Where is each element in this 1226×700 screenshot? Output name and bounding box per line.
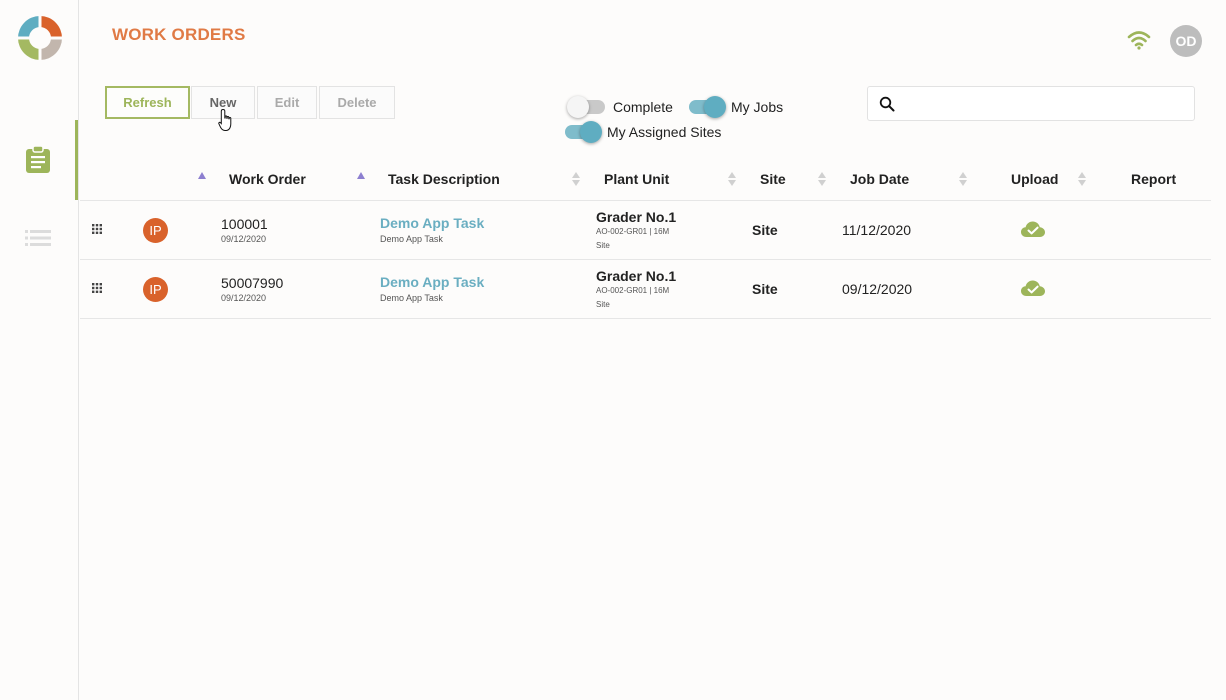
column-header-upload[interactable]: Upload xyxy=(1011,171,1058,187)
sidebar-item-list[interactable] xyxy=(0,218,76,258)
sidebar-item-work-orders[interactable] xyxy=(0,139,76,179)
plant-unit-code: AO-002-GR01 | 16M xyxy=(596,286,670,295)
sort-asc-icon[interactable] xyxy=(357,172,365,179)
refresh-button[interactable]: Refresh xyxy=(105,86,190,119)
work-orders-table: Work Order Task Description Plant Unit S… xyxy=(80,160,1211,319)
work-order-date: 09/12/2020 xyxy=(221,293,267,303)
table-row[interactable]: IP 50007990 09/12/2020 Demo App Task Dem… xyxy=(80,260,1211,319)
task-title-link[interactable]: Demo App Task xyxy=(380,215,484,231)
plant-unit-code: AO-002-GR01 | 16M xyxy=(596,227,670,236)
status-badge: IP xyxy=(143,218,168,243)
plant-unit-name: Grader No.1 xyxy=(596,209,677,225)
hand-pointer-icon xyxy=(218,108,232,131)
drag-handle-icon[interactable] xyxy=(92,283,102,293)
site-cell: Site xyxy=(752,281,778,297)
my-jobs-toggle-switch[interactable] xyxy=(689,96,726,118)
work-order-number: 100001 xyxy=(221,216,268,232)
complete-toggle[interactable]: Complete xyxy=(567,96,673,118)
sort-icon[interactable] xyxy=(728,172,736,188)
sort-icon[interactable] xyxy=(572,172,580,188)
drag-handle-icon[interactable] xyxy=(92,224,102,234)
table-header: Work Order Task Description Plant Unit S… xyxy=(80,160,1211,201)
job-date-cell: 11/12/2020 xyxy=(842,222,912,238)
clipboard-icon xyxy=(26,145,50,173)
wifi-icon xyxy=(1127,31,1151,50)
my-jobs-toggle-label: My Jobs xyxy=(731,99,784,115)
sidebar xyxy=(0,0,79,700)
sort-icon[interactable] xyxy=(1078,172,1086,188)
site-cell: Site xyxy=(752,222,778,238)
page-title: WORK ORDERS xyxy=(112,25,246,44)
column-header-report[interactable]: Report xyxy=(1131,171,1176,187)
search-icon xyxy=(879,96,895,112)
task-subtitle: Demo App Task xyxy=(380,293,443,303)
list-icon xyxy=(25,230,51,246)
cloud-check-icon[interactable] xyxy=(1020,279,1046,297)
sort-icon[interactable] xyxy=(959,172,967,188)
complete-toggle-switch[interactable] xyxy=(567,96,605,118)
plant-unit-name: Grader No.1 xyxy=(596,268,677,284)
my-assigned-sites-toggle-label: My Assigned Sites xyxy=(607,124,722,140)
search-box[interactable] xyxy=(867,86,1195,121)
my-jobs-toggle[interactable]: My Jobs xyxy=(689,96,783,118)
my-assigned-sites-toggle[interactable]: My Assigned Sites xyxy=(565,121,721,143)
sort-asc-icon[interactable] xyxy=(198,172,206,179)
table-row[interactable]: IP 100001 09/12/2020 Demo App Task Demo … xyxy=(80,201,1211,260)
column-header-job-date[interactable]: Job Date xyxy=(850,171,909,187)
edit-button[interactable]: Edit xyxy=(257,86,317,119)
app-logo xyxy=(16,14,64,62)
task-title-link[interactable]: Demo App Task xyxy=(380,274,484,290)
user-avatar[interactable]: OD xyxy=(1170,25,1202,57)
plant-unit-site: Site xyxy=(596,300,610,309)
work-order-date: 09/12/2020 xyxy=(221,234,267,244)
work-order-number: 50007990 xyxy=(221,275,284,291)
column-header-task-description[interactable]: Task Description xyxy=(388,171,500,187)
job-date-cell: 09/12/2020 xyxy=(842,281,913,297)
cloud-check-icon[interactable] xyxy=(1020,220,1046,238)
delete-button[interactable]: Delete xyxy=(319,86,395,119)
my-assigned-sites-toggle-switch[interactable] xyxy=(565,121,602,143)
plant-unit-site: Site xyxy=(596,241,610,250)
complete-toggle-label: Complete xyxy=(613,99,673,115)
sort-icon[interactable] xyxy=(818,172,826,188)
task-subtitle: Demo App Task xyxy=(380,234,443,244)
column-header-plant-unit[interactable]: Plant Unit xyxy=(604,171,669,187)
column-header-work-order[interactable]: Work Order xyxy=(229,171,306,187)
search-input[interactable] xyxy=(902,91,1187,116)
status-badge: IP xyxy=(143,277,168,302)
column-header-site[interactable]: Site xyxy=(760,171,786,187)
